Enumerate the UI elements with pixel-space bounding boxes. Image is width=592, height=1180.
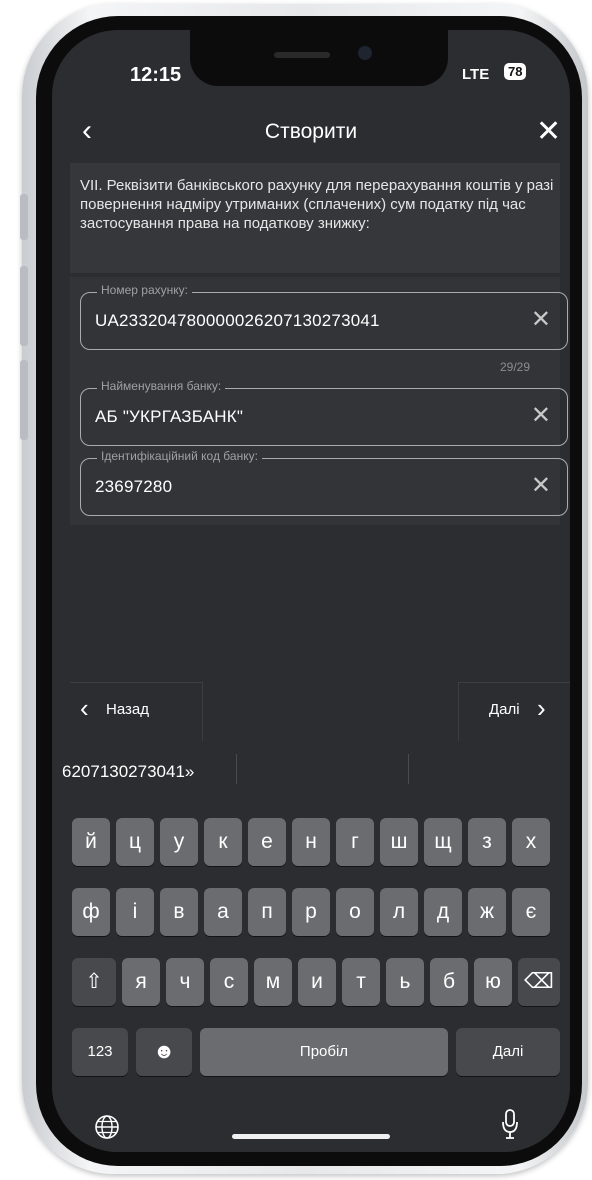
suggestion-divider [236, 754, 237, 784]
nav-back-button[interactable]: ‹ Назад [70, 682, 203, 741]
delete-key-icon[interactable]: ⌫ [518, 958, 560, 1006]
key-ф[interactable]: ф [72, 888, 110, 936]
key-т[interactable]: т [342, 958, 380, 1006]
volume-up-button [20, 266, 28, 346]
nav-next-button[interactable]: Далі › [458, 682, 570, 741]
clear-bank-code-icon[interactable]: ✕ [531, 471, 551, 500]
key-я[interactable]: я [122, 958, 160, 1006]
key-и[interactable]: и [298, 958, 336, 1006]
account-number-label: Номер рахунку: [97, 283, 192, 297]
return-key[interactable]: Далі [456, 1028, 560, 1076]
key-ц[interactable]: ц [116, 818, 154, 866]
key-й[interactable]: й [72, 818, 110, 866]
bank-code-value[interactable]: 23697280 [95, 477, 172, 497]
globe-icon[interactable] [94, 1114, 120, 1140]
key-о[interactable]: о [336, 888, 374, 936]
key-ь[interactable]: ь [386, 958, 424, 1006]
nav-next-label: Далі [489, 701, 520, 718]
bank-name-value[interactable]: АБ "УКРГАЗБАНК" [95, 407, 243, 427]
key-і[interactable]: і [116, 888, 154, 936]
keyboard-suggestion[interactable]: 6207130273041» [62, 762, 194, 782]
key-п[interactable]: п [248, 888, 286, 936]
network-indicator: LTE [462, 66, 490, 83]
home-indicator[interactable] [232, 1134, 390, 1139]
space-key[interactable]: Пробіл [200, 1028, 448, 1076]
emoji-key-icon[interactable]: ☻ [136, 1028, 192, 1076]
character-counter: 29/29 [500, 360, 531, 374]
key-м[interactable]: м [254, 958, 292, 1006]
key-н[interactable]: н [292, 818, 330, 866]
key-р[interactable]: р [292, 888, 330, 936]
keyboard: 6207130273041» й ц у к е н г ш щ з х ф і… [52, 742, 570, 1152]
account-number-field[interactable]: Номер рахунку: UA23320478000002620713027… [80, 283, 568, 350]
notch [190, 30, 448, 86]
speaker-grille [274, 52, 330, 58]
bank-name-label: Найменування банку: [97, 379, 226, 393]
chevron-left-icon: ‹ [80, 693, 89, 723]
bank-code-label: Ідентифікаційний код банку: [97, 449, 262, 463]
key-л[interactable]: л [380, 888, 418, 936]
key-ш[interactable]: ш [380, 818, 418, 866]
key-ю[interactable]: ю [474, 958, 512, 1006]
close-icon[interactable]: ✕ [536, 114, 561, 149]
key-г[interactable]: г [336, 818, 374, 866]
key-у[interactable]: у [160, 818, 198, 866]
key-е[interactable]: е [248, 818, 286, 866]
phone-screen: 12:15 LTE 78 ‹ Створити ✕ VII. Реквізити… [52, 30, 570, 1152]
clear-account-number-icon[interactable]: ✕ [531, 305, 551, 334]
key-з[interactable]: з [468, 818, 506, 866]
key-с[interactable]: с [210, 958, 248, 1006]
key-ж[interactable]: ж [468, 888, 506, 936]
bank-code-field[interactable]: Ідентифікаційний код банку: 23697280 ✕ [80, 449, 568, 516]
mute-switch [20, 194, 28, 240]
bank-name-field[interactable]: Найменування банку: АБ "УКРГАЗБАНК" ✕ [80, 379, 568, 446]
key-ч[interactable]: ч [166, 958, 204, 1006]
key-щ[interactable]: щ [424, 818, 462, 866]
page-title: Створити [264, 120, 358, 143]
nav-back-label: Назад [106, 701, 149, 718]
shift-key-icon[interactable]: ⇧ [72, 958, 116, 1006]
suggestion-divider [408, 754, 409, 784]
key-в[interactable]: в [160, 888, 198, 936]
battery-indicator: 78 [504, 63, 527, 80]
clear-bank-name-icon[interactable]: ✕ [531, 401, 551, 430]
key-а[interactable]: а [204, 888, 242, 936]
account-number-value[interactable]: UA233204780000026207130273041 [95, 311, 380, 331]
front-camera [358, 46, 372, 60]
key-б[interactable]: б [430, 958, 468, 1006]
key-х[interactable]: х [512, 818, 550, 866]
key-к[interactable]: к [204, 818, 242, 866]
key-д[interactable]: д [424, 888, 462, 936]
volume-down-button [20, 360, 28, 440]
microphone-icon[interactable] [500, 1108, 520, 1142]
status-time: 12:15 [130, 64, 182, 86]
key-є[interactable]: є [512, 888, 550, 936]
numbers-key[interactable]: 123 [72, 1028, 128, 1076]
chevron-right-icon: › [537, 693, 546, 723]
section-description: VII. Реквізити банківського рахунку для … [80, 177, 554, 232]
